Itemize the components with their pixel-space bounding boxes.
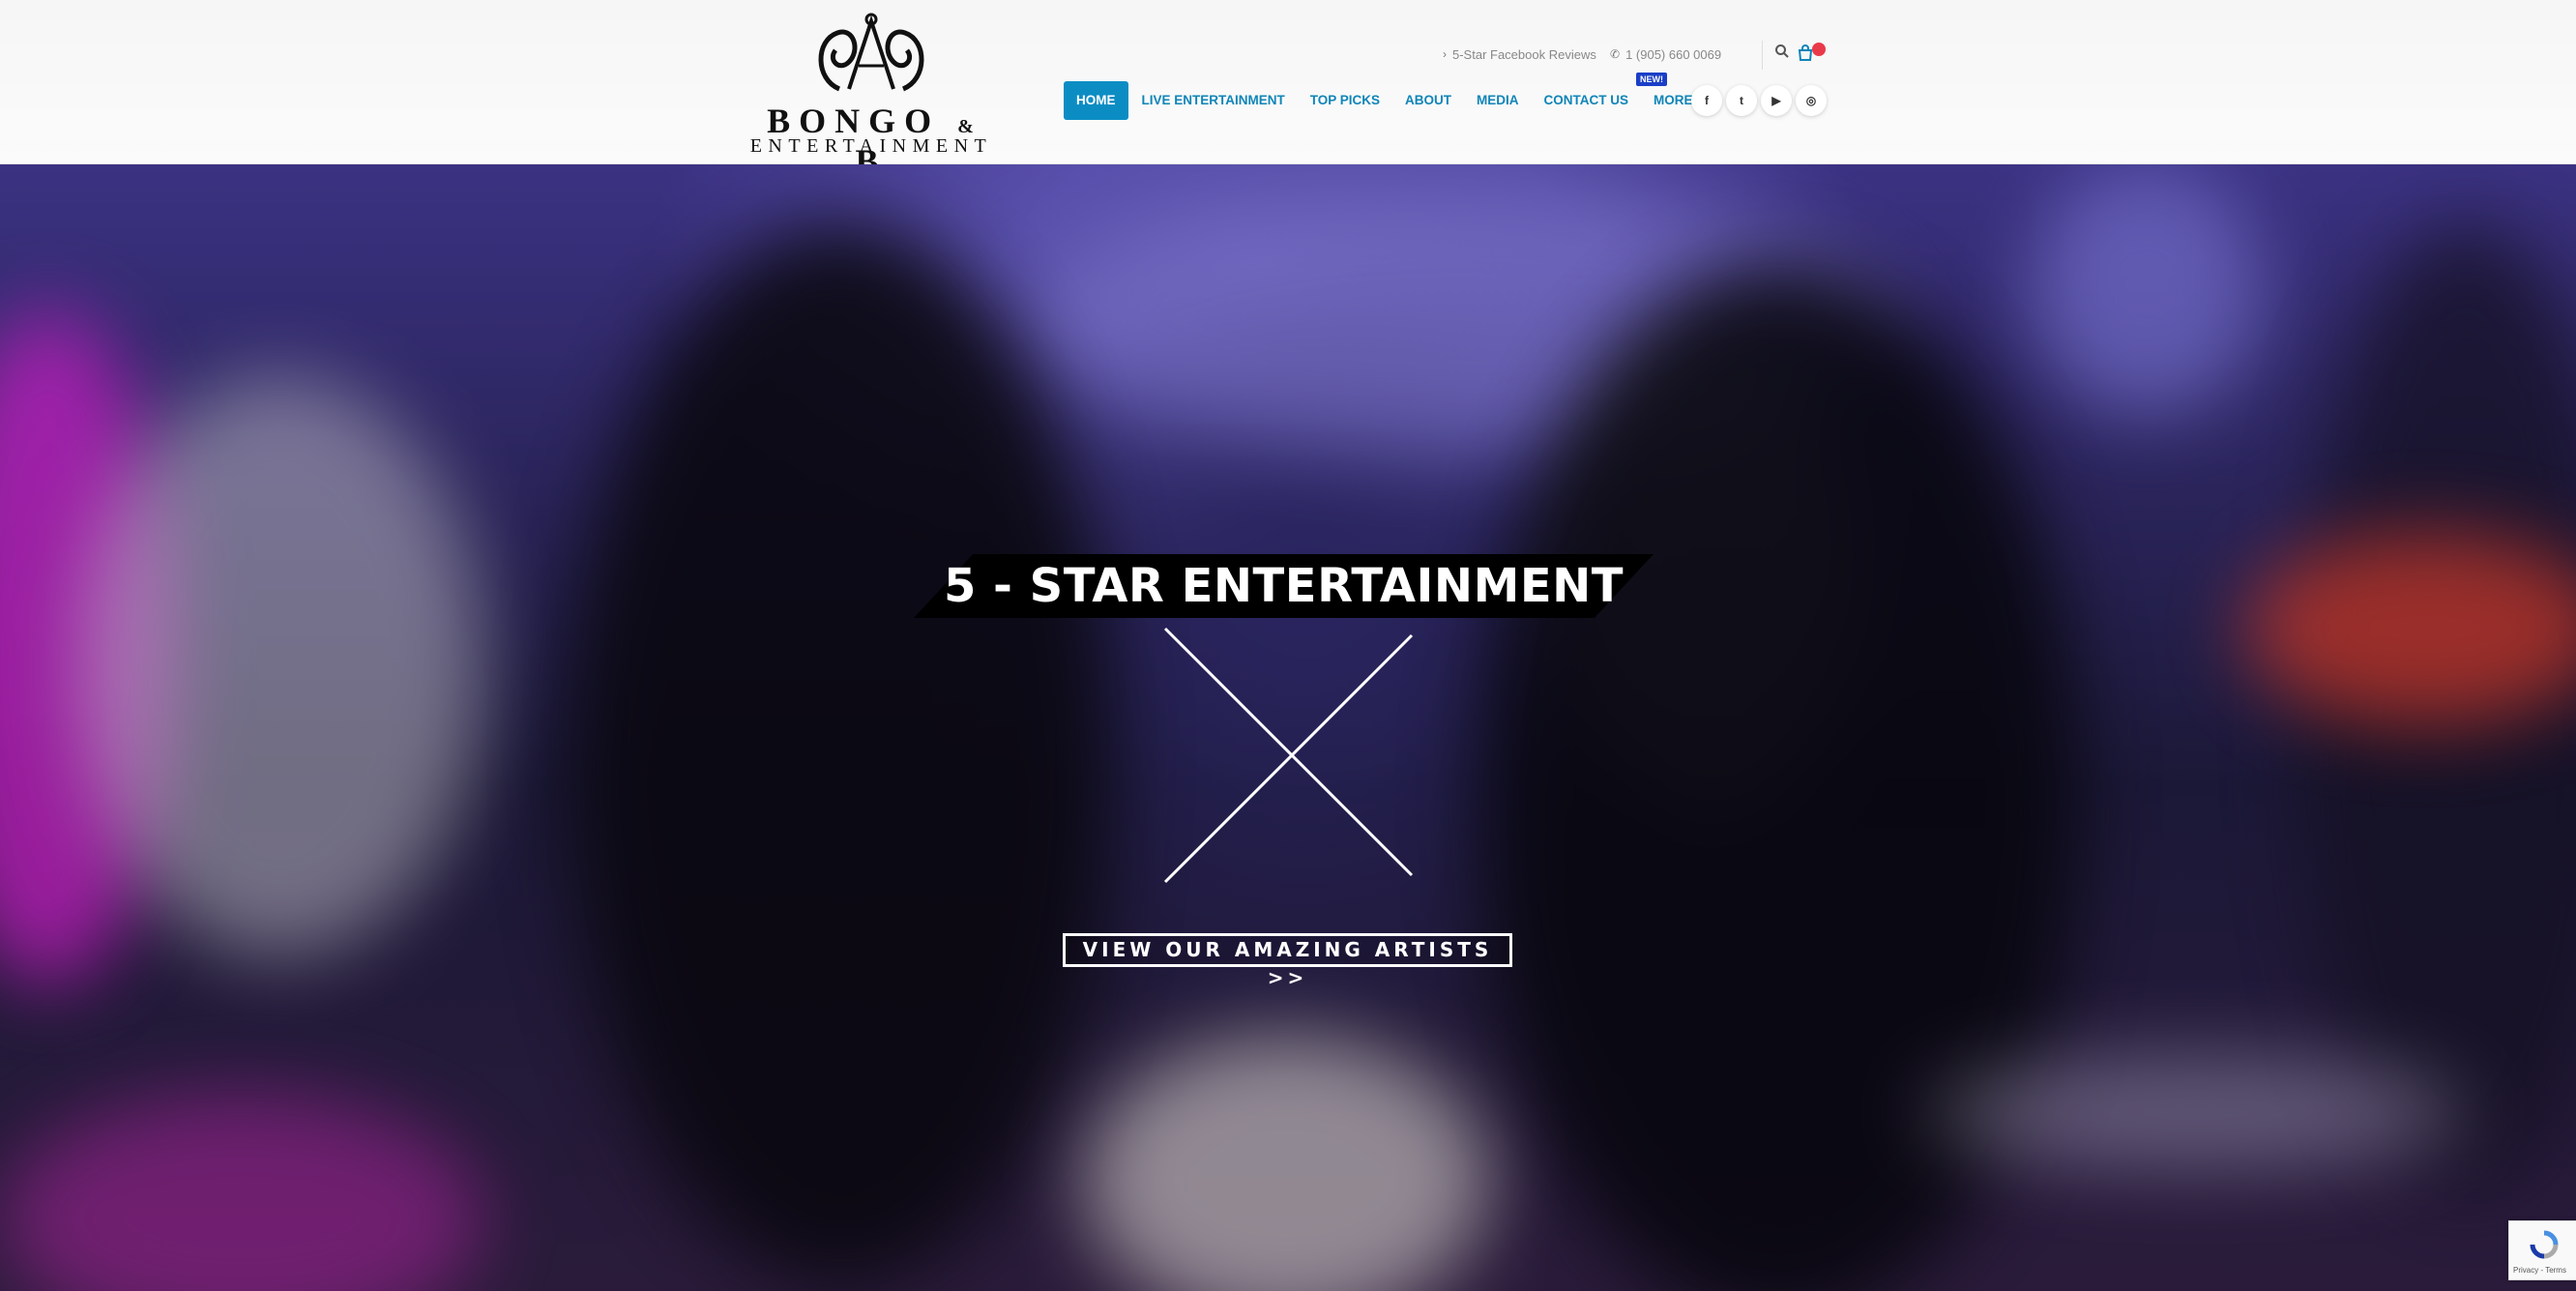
recaptcha-icon xyxy=(2530,1230,2559,1259)
nav-top-picks[interactable]: TOP PICKS xyxy=(1298,81,1392,120)
nav-home[interactable]: HOME xyxy=(1064,81,1128,120)
hero-bg-shape xyxy=(571,222,1112,1286)
instagram-icon[interactable]: ◎ xyxy=(1796,85,1827,116)
hero-bg-shape xyxy=(1083,1035,1489,1291)
nav-live-entertainment[interactable]: LIVE ENTERTAINMENT xyxy=(1129,81,1298,120)
hero-cross-decoration xyxy=(1163,627,1414,884)
nav-contact-us[interactable]: CONTACT US xyxy=(1532,81,1642,120)
nav-about[interactable]: ABOUT xyxy=(1392,81,1464,120)
main-nav: HOME LIVE ENTERTAINMENT TOP PICKS ABOUT … xyxy=(1064,81,1731,120)
phone-icon: ✆ xyxy=(1610,47,1621,61)
phone-number: 1 (905) 660 0069 xyxy=(1625,46,1722,62)
facebook-icon[interactable]: f xyxy=(1691,85,1722,116)
new-badge: NEW! xyxy=(1636,73,1667,86)
recaptcha-badge[interactable]: Privacy - Terms xyxy=(2508,1220,2576,1280)
hero-banner xyxy=(0,164,2576,1291)
hero-bg-shape xyxy=(2031,164,2263,416)
site-header: BONGO & B ENTERTAINMENT › 5-Star Faceboo… xyxy=(0,0,2576,181)
hero-bg-shape xyxy=(0,1093,483,1291)
twitter-icon[interactable]: t xyxy=(1726,85,1757,116)
chevron-right-icon: › xyxy=(1443,47,1447,61)
hero-bg-shape xyxy=(1924,1054,2466,1170)
hero-bg-shape xyxy=(2243,532,2576,725)
logo-monogram-icon xyxy=(818,13,924,92)
social-links: f t ▶ ◎ xyxy=(1691,85,1827,116)
hero-bg-shape xyxy=(77,377,483,957)
phone-link[interactable]: ✆ 1 (905) 660 0069 xyxy=(1610,44,1721,64)
hero-headline: 5 - STAR ENTERTAINMENT xyxy=(943,559,1625,613)
cart-count-badge xyxy=(1812,43,1826,56)
facebook-reviews-label: 5-Star Facebook Reviews xyxy=(1452,46,1596,62)
youtube-icon[interactable]: ▶ xyxy=(1761,85,1792,116)
search-icon[interactable] xyxy=(1771,44,1793,65)
nav-media[interactable]: MEDIA xyxy=(1464,81,1532,120)
logo[interactable]: BONGO & B ENTERTAINMENT xyxy=(745,12,998,181)
recaptcha-links[interactable]: Privacy - Terms xyxy=(2513,1266,2566,1275)
logo-tagline: ENTERTAINMENT xyxy=(749,135,993,157)
topbar-divider xyxy=(1762,41,1763,70)
facebook-reviews-link[interactable]: › 5-Star Facebook Reviews xyxy=(1443,44,1596,64)
view-artists-button[interactable]: VIEW OUR AMAZING ARTISTS >> xyxy=(1063,933,1512,989)
